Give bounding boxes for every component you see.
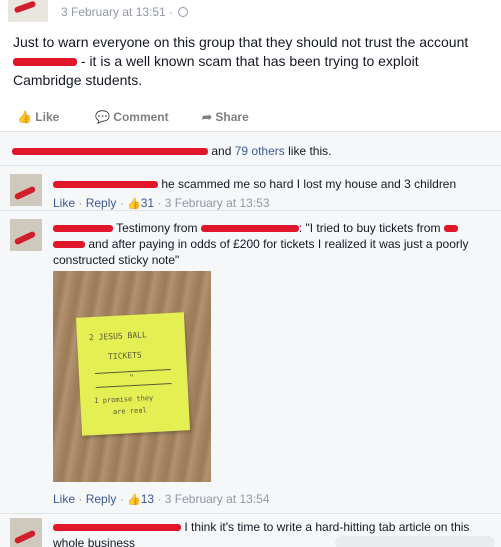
redacted-name <box>53 241 85 249</box>
sticky-note-photo[interactable]: 2 JESUS BALL TICKETS " I promise they ar… <box>53 271 211 482</box>
speech-bubble-icon: 💬 <box>95 110 110 124</box>
post-timestamp-text[interactable]: 3 February at 13:51 · <box>61 5 173 19</box>
like-label: Like <box>35 110 60 124</box>
redacted-commenter-name <box>53 181 158 189</box>
redacted-name <box>200 225 299 233</box>
comment-text: Testimony from : "I tried to buy tickets… <box>53 220 491 268</box>
comment-like-count[interactable]: 31 <box>141 196 154 210</box>
likes-and: and <box>211 144 232 158</box>
redaction-scribble <box>13 230 37 246</box>
redaction-scribble <box>13 529 37 545</box>
comment-body-part3: and after paying in odds of £200 for tic… <box>53 237 469 267</box>
comment-body-part1: Testimony from <box>116 221 198 235</box>
comment-reply-link[interactable]: Reply <box>86 492 117 506</box>
comment-button[interactable]: 💬 Comment <box>95 110 169 124</box>
redacted-account-name <box>13 58 77 67</box>
share-button[interactable]: ➦ Share <box>202 110 249 124</box>
post-timestamp[interactable]: 3 February at 13:51 · <box>61 5 189 19</box>
chat-bar[interactable] <box>335 536 495 547</box>
comment-like-link[interactable]: Like <box>53 196 75 210</box>
poster-avatar[interactable] <box>8 0 48 22</box>
comment-like-link[interactable]: Like <box>53 492 75 506</box>
comment-time[interactable]: 3 February at 13:53 <box>165 196 270 210</box>
comment-body-part2: : "I tried to buy tickets from <box>298 221 441 235</box>
redaction-scribble <box>13 185 37 201</box>
divider <box>0 210 501 211</box>
thumbs-up-icon: 👍 <box>127 198 141 210</box>
comment-body: he scammed me so hard I lost my house an… <box>161 177 457 191</box>
commenter-avatar[interactable] <box>10 219 42 251</box>
note-line: I promise they <box>94 393 154 406</box>
post-text: Just to warn everyone on this group that… <box>13 33 488 90</box>
post-action-bar: 👍 Like 💬 Comment ➦ Share <box>0 104 501 130</box>
comment-meta: Like · Reply · 👍13 · 3 February at 13:54 <box>53 492 270 506</box>
likes-summary: and 79 others like this. <box>12 144 331 158</box>
comment-text: he scammed me so hard I lost my house an… <box>53 176 491 192</box>
redacted-commenter-name <box>53 225 113 233</box>
thumbs-up-icon: 👍 <box>17 110 32 124</box>
likes-suffix: like this. <box>288 144 332 158</box>
redacted-name <box>443 225 458 233</box>
redaction-scribble <box>13 0 37 14</box>
globe-icon <box>178 7 189 17</box>
redacted-liker-names <box>12 148 208 156</box>
commenter-avatar[interactable] <box>10 518 42 547</box>
post-text-before: Just to warn everyone on this group that… <box>13 34 469 50</box>
comment-meta: Like · Reply · 👍31 · 3 February at 13:53 <box>53 196 270 210</box>
post-header: 3 February at 13:51 · <box>0 0 501 26</box>
comment-reply-link[interactable]: Reply <box>86 196 117 210</box>
divider <box>0 513 501 514</box>
note-line: " <box>128 372 135 383</box>
thumbs-up-icon: 👍 <box>127 494 141 506</box>
commenter-avatar[interactable] <box>10 174 42 206</box>
comment-label: Comment <box>113 110 169 124</box>
note-line: TICKETS <box>107 350 142 362</box>
comment-like-count[interactable]: 13 <box>141 492 154 506</box>
sticky-note: 2 JESUS BALL TICKETS " I promise they ar… <box>75 312 191 436</box>
note-underline <box>95 382 172 388</box>
divider <box>0 165 501 166</box>
likes-others-link[interactable]: 79 others <box>235 144 285 158</box>
share-label: Share <box>215 110 249 124</box>
note-line: are real <box>112 406 147 417</box>
note-line: 2 JESUS BALL <box>88 330 147 343</box>
like-button[interactable]: 👍 Like <box>17 110 59 124</box>
share-arrow-icon: ➦ <box>202 110 213 124</box>
comments-section: and 79 others like this. he scammed me s… <box>0 131 501 547</box>
comment-time[interactable]: 3 February at 13:54 <box>165 492 270 506</box>
redacted-commenter-name <box>53 524 181 532</box>
